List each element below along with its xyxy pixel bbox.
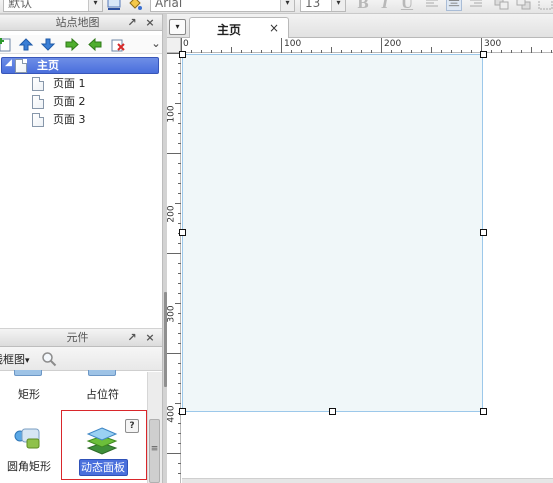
rectangle-icon bbox=[14, 370, 42, 376]
ruler-label: 0 bbox=[183, 39, 189, 49]
bold-button[interactable]: B bbox=[356, 0, 370, 12]
tab-home-label: 主页 bbox=[217, 23, 242, 37]
style-select[interactable]: 默认 ▾ bbox=[3, 0, 103, 12]
scrollbar-thumb[interactable]: ≡ bbox=[149, 419, 160, 483]
move-up-icon[interactable] bbox=[18, 37, 34, 52]
font-family-value: Arial bbox=[155, 0, 183, 10]
tab-menu-button[interactable]: ▾ bbox=[169, 19, 186, 35]
search-icon[interactable] bbox=[41, 351, 57, 367]
widgets-scrollbar[interactable]: ≡ bbox=[147, 372, 162, 483]
resize-handle[interactable] bbox=[480, 51, 487, 58]
resize-handle[interactable] bbox=[480, 408, 487, 415]
tree-item-home[interactable]: ◢ 主页 bbox=[1, 57, 159, 74]
layers-icon bbox=[86, 427, 118, 455]
placeholder-icon bbox=[88, 370, 116, 376]
expand-icon[interactable]: ◢ bbox=[5, 58, 12, 68]
tree-item-label: 页面 2 bbox=[53, 95, 86, 108]
style-select-value: 默认 bbox=[8, 0, 33, 10]
close-icon[interactable]: × bbox=[144, 330, 156, 346]
resize-handle[interactable] bbox=[179, 51, 186, 58]
help-badge[interactable]: ? bbox=[125, 419, 139, 433]
widget-placeholder[interactable]: 占位符 bbox=[86, 388, 119, 401]
tree-item-label: 页面 1 bbox=[53, 77, 86, 90]
ruler-vertical: 100 200 300 400 bbox=[167, 53, 181, 483]
ruler-label: 100 bbox=[166, 105, 177, 123]
grip-icon: ≡ bbox=[150, 444, 159, 454]
pin-icon[interactable]: ↗ bbox=[126, 330, 138, 346]
page-icon bbox=[15, 59, 27, 73]
ruler-label: 100 bbox=[284, 39, 302, 49]
library-select-value: 线框图 bbox=[0, 353, 25, 366]
widget-dynamic-panel[interactable]: ? 动态面板 bbox=[61, 410, 147, 480]
tree-item-label: 页面 3 bbox=[53, 113, 86, 126]
toolbar: 默认 ▾ Arial ▾ 13 ▾ B I U bbox=[0, 0, 553, 14]
resize-handle[interactable] bbox=[480, 229, 487, 236]
canvas-horizontal-scrollbar[interactable] bbox=[182, 478, 553, 483]
ruler-label: 300 bbox=[166, 305, 177, 323]
close-icon[interactable]: × bbox=[144, 15, 156, 31]
delete-page-icon[interactable] bbox=[110, 37, 126, 52]
close-icon[interactable]: × bbox=[269, 21, 279, 35]
send-back-icon[interactable] bbox=[516, 0, 532, 11]
align-left-icon[interactable] bbox=[424, 0, 440, 11]
chevron-down-icon: ▾ bbox=[88, 0, 102, 11]
underline-button[interactable]: U bbox=[400, 0, 414, 12]
widget-rectangle[interactable]: 矩形 bbox=[18, 388, 40, 401]
widget-rounded-rectangle[interactable]: 圆角矩形 bbox=[7, 460, 51, 473]
format-painter-icon[interactable] bbox=[106, 0, 122, 11]
ruler-label: 400 bbox=[166, 405, 177, 423]
widgets-toolbar: 线框图▾ bbox=[0, 347, 162, 371]
font-family-select[interactable]: Arial ▾ bbox=[150, 0, 295, 12]
rounded-rectangle-icon bbox=[14, 428, 40, 449]
page-icon bbox=[32, 95, 44, 109]
italic-button[interactable]: I bbox=[378, 0, 392, 12]
page-icon bbox=[32, 77, 44, 91]
chevron-down-icon[interactable]: ⌄ bbox=[150, 36, 162, 52]
resize-handle[interactable] bbox=[179, 229, 186, 236]
font-size-select[interactable]: 13 ▾ bbox=[300, 0, 346, 12]
sitemap-tree: ◢ 主页 页面 1 页面 2 页面 3 bbox=[0, 55, 162, 327]
sitemap-toolbar: ⌄ bbox=[0, 35, 162, 54]
editor-tabbar: ▾ 主页 × bbox=[167, 14, 553, 39]
tree-item-label: 主页 bbox=[37, 59, 59, 72]
chevron-down-icon: ▾ bbox=[331, 0, 345, 11]
font-size-value: 13 bbox=[305, 0, 321, 10]
add-page-icon[interactable] bbox=[0, 37, 13, 52]
ruler-label: 300 bbox=[484, 39, 502, 49]
sitemap-header: 站点地图 ↗ × bbox=[0, 14, 162, 31]
chevron-down-icon: ▾ bbox=[280, 0, 294, 11]
widget-library: 矩形 占位符 圆角矩形 ? 动态面板 bbox=[0, 370, 147, 483]
ruler-label: 200 bbox=[166, 205, 177, 223]
pin-icon[interactable]: ↗ bbox=[126, 15, 138, 31]
outdent-icon[interactable] bbox=[87, 37, 103, 52]
align-right-icon[interactable] bbox=[468, 0, 484, 11]
chevron-down-icon: ▾ bbox=[25, 356, 30, 366]
ruler-horizontal: 0 100 200 300 bbox=[181, 38, 553, 53]
fill-bucket-icon[interactable] bbox=[127, 0, 143, 11]
widgets-header: 元件 ↗ × bbox=[0, 328, 162, 347]
bring-front-icon[interactable] bbox=[494, 0, 510, 11]
resize-handle[interactable] bbox=[329, 408, 336, 415]
resize-handle[interactable] bbox=[179, 408, 186, 415]
page-icon bbox=[32, 113, 44, 127]
widget-dynamic-panel-label: 动态面板 bbox=[81, 461, 125, 474]
library-select[interactable]: 线框图▾ bbox=[0, 351, 30, 367]
ruler-label: 200 bbox=[384, 39, 402, 49]
dynamic-panel-shape[interactable] bbox=[182, 54, 483, 412]
align-center-icon[interactable] bbox=[446, 0, 462, 11]
group-icon[interactable] bbox=[538, 0, 553, 11]
tab-home[interactable]: 主页 × bbox=[189, 17, 289, 39]
move-down-icon[interactable] bbox=[40, 37, 56, 52]
indent-icon[interactable] bbox=[64, 37, 80, 52]
